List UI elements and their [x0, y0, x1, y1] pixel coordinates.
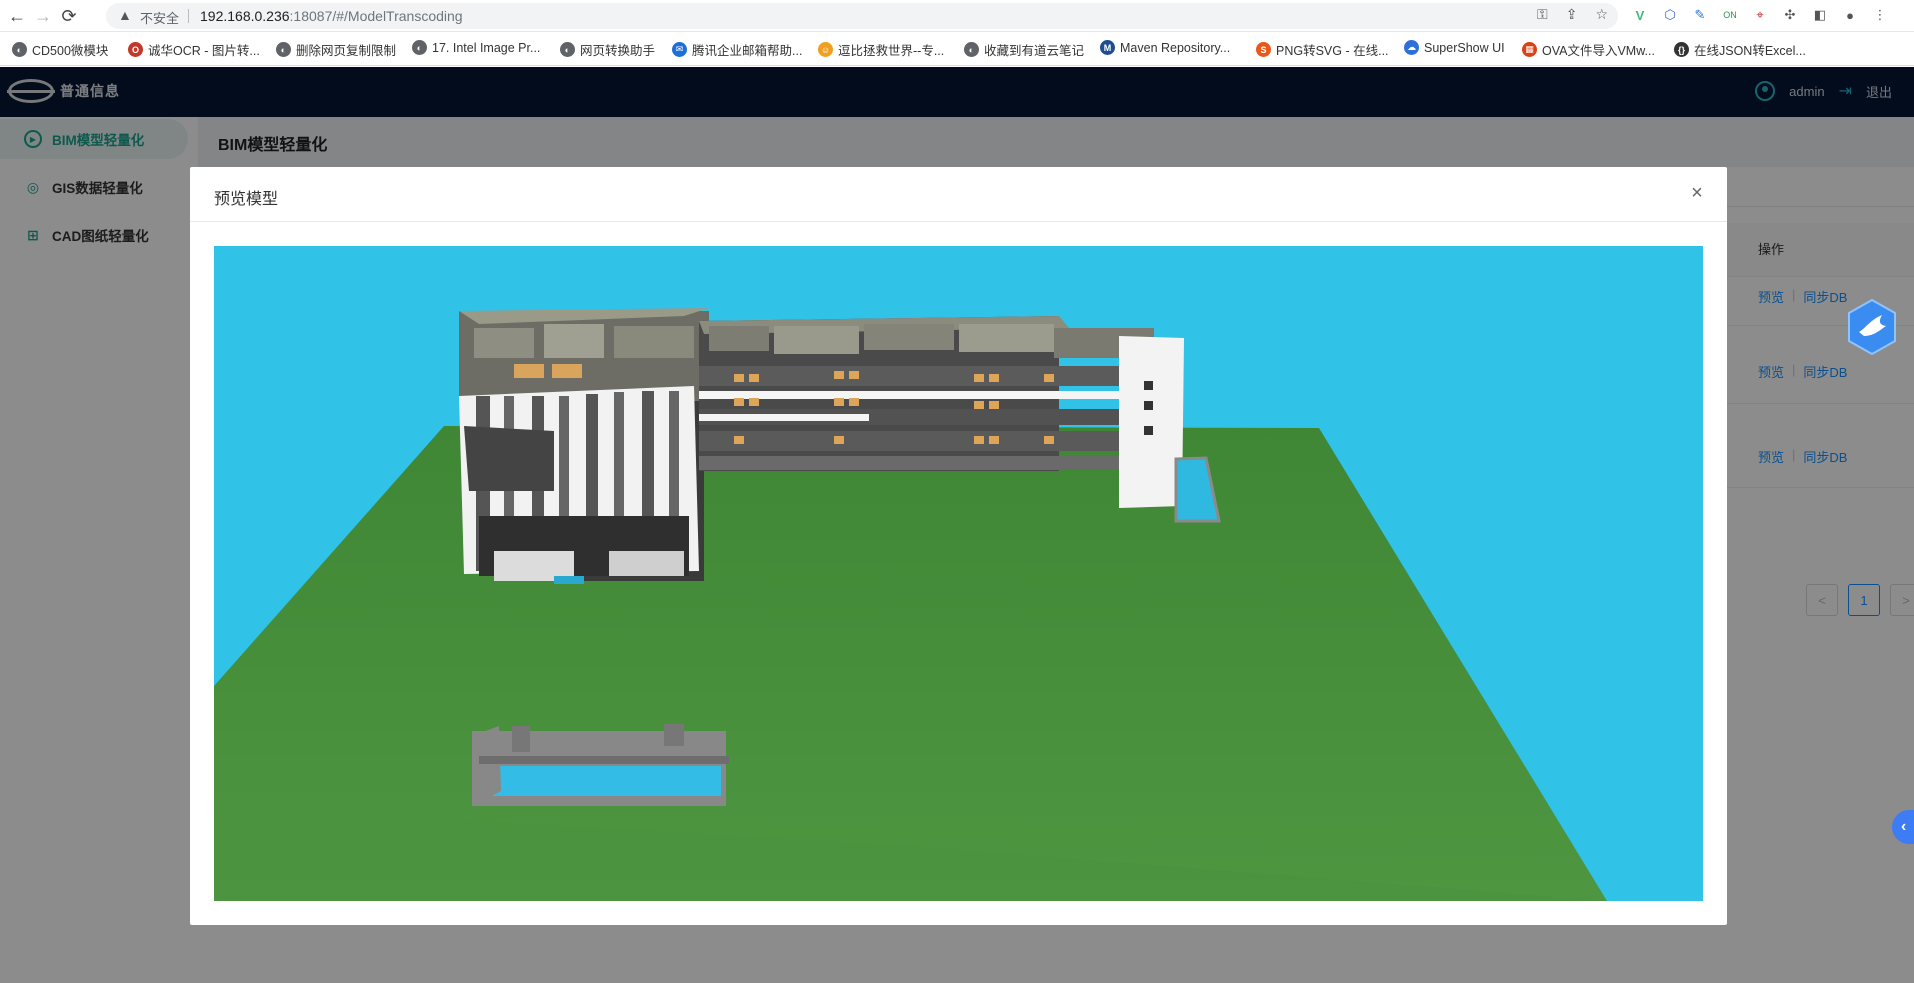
globe-icon: ◐: [560, 42, 575, 57]
png-icon: S: [1256, 42, 1271, 57]
address-bar[interactable]: ▲ 不安全 192.168.0.236:18087/#/ModelTransco…: [106, 3, 1618, 29]
smile-icon: ☺: [818, 42, 833, 57]
menu-icon[interactable]: ⋮: [1870, 4, 1890, 26]
ova-icon: ▦: [1522, 42, 1537, 57]
browser-toolbar: ← → ⟳ ▲ 不安全 192.168.0.236:18087/#/ModelT…: [0, 0, 1914, 32]
mail-icon: ✉: [672, 42, 687, 57]
bookmark-item[interactable]: S PNG转SVG - 在线...: [1256, 40, 1389, 59]
share-icon[interactable]: ⇪: [1566, 6, 1578, 23]
modal-title: 预览模型: [214, 191, 279, 208]
bim-model-scene: [214, 246, 1703, 901]
globe-icon: ◐: [964, 42, 979, 57]
bookmark-label: 删除网页复制限制: [296, 44, 397, 58]
extensions-bar: V ⬡ ✎ ON ⌖ ✣ ◧ ● ⋮: [1630, 4, 1890, 26]
bookmark-label: CD500微模块: [32, 44, 109, 58]
bookmark-item[interactable]: ◐ 收藏到有道云笔记: [964, 40, 1084, 59]
bookmark-item[interactable]: ✉ 腾讯企业邮箱帮助...: [672, 40, 802, 59]
star-icon[interactable]: ☆: [1595, 6, 1608, 23]
bookmark-label: 腾讯企业邮箱帮助...: [692, 44, 803, 58]
ocr-icon: O: [128, 42, 143, 57]
model-viewer-canvas[interactable]: [214, 246, 1703, 901]
vue-devtools-icon[interactable]: V: [1630, 4, 1650, 26]
bookmark-label: 收藏到有道云笔记: [984, 44, 1085, 58]
bookmark-label: OVA文件导入VMw...: [1542, 44, 1655, 58]
globe-icon: ◐: [12, 42, 27, 57]
url-path: :18087/#/ModelTranscoding: [289, 8, 463, 24]
address-divider: [188, 9, 189, 23]
assistant-bird-icon[interactable]: [1846, 298, 1898, 356]
bookmarks-bar: ◐ CD500微模块 O 诚华OCR - 图片转... ◐ 删除网页复制限制 ◐ 17. In…: [0, 32, 1914, 66]
security-label: 不安全: [140, 11, 180, 26]
bookmark-label: 17. Intel Image Pr...: [432, 40, 541, 55]
modal-header: 预览模型 ×: [190, 167, 1727, 222]
bookmark-item[interactable]: O 诚华OCR - 图片转...: [128, 40, 260, 59]
bookmark-item[interactable]: ▦ OVA文件导入VMw...: [1522, 40, 1655, 59]
address-actions: ⚿ ⇪ ☆: [1537, 6, 1608, 23]
url-host: 192.168.0.236: [200, 8, 290, 24]
globe-icon: ◐: [276, 42, 291, 57]
braces-icon: {}: [1674, 42, 1689, 57]
globe-icon: ◐: [412, 40, 427, 55]
reload-button[interactable]: ⟳: [58, 5, 80, 27]
on-extension-icon[interactable]: ON: [1720, 4, 1740, 26]
url-text: 192.168.0.236:18087/#/ModelTranscoding: [200, 8, 463, 24]
preview-modal: 预览模型 ×: [190, 167, 1727, 925]
bookmark-item[interactable]: ☁ SuperShow UI: [1404, 40, 1505, 55]
bookmark-item[interactable]: {} 在线JSON转Excel...: [1674, 40, 1806, 59]
bookmark-item[interactable]: ◐ 删除网页复制限制: [276, 40, 396, 59]
back-button[interactable]: ←: [6, 5, 28, 27]
forward-button[interactable]: →: [32, 5, 54, 27]
bookmark-item[interactable]: ☺ 逗比拯救世界--专...: [818, 40, 944, 59]
cursor-extension-icon[interactable]: ⌖: [1750, 4, 1770, 26]
bookmark-item[interactable]: ◐ 17. Intel Image Pr...: [412, 40, 540, 55]
bookmark-label: SuperShow UI: [1424, 40, 1505, 55]
maven-icon: M: [1100, 40, 1115, 55]
sidepanel-icon[interactable]: ◧: [1810, 4, 1830, 26]
pen-extension-icon[interactable]: ✎: [1690, 4, 1710, 26]
close-icon[interactable]: ×: [1685, 181, 1709, 205]
bookmark-label: 网页转换助手: [580, 44, 656, 58]
bookmark-label: Maven Repository...: [1120, 40, 1231, 55]
warning-icon: ▲: [118, 7, 132, 23]
bookmark-label: 诚华OCR - 图片转...: [148, 44, 260, 58]
profile-icon[interactable]: ●: [1840, 4, 1860, 26]
bookmark-label: 逗比拯救世界--专...: [838, 44, 945, 58]
puzzle-icon[interactable]: ✣: [1780, 4, 1800, 26]
bookmark-item[interactable]: M Maven Repository...: [1100, 40, 1230, 55]
bookmark-label: 在线JSON转Excel...: [1694, 44, 1806, 58]
bookmark-item[interactable]: ◐ CD500微模块: [12, 40, 108, 59]
cloud-icon: ☁: [1404, 40, 1419, 55]
cube-extension-icon[interactable]: ⬡: [1660, 4, 1680, 26]
bookmark-item[interactable]: ◐ 网页转换助手: [560, 40, 655, 59]
key-icon[interactable]: ⚿: [1537, 6, 1548, 23]
bookmark-label: PNG转SVG - 在线...: [1276, 44, 1389, 58]
